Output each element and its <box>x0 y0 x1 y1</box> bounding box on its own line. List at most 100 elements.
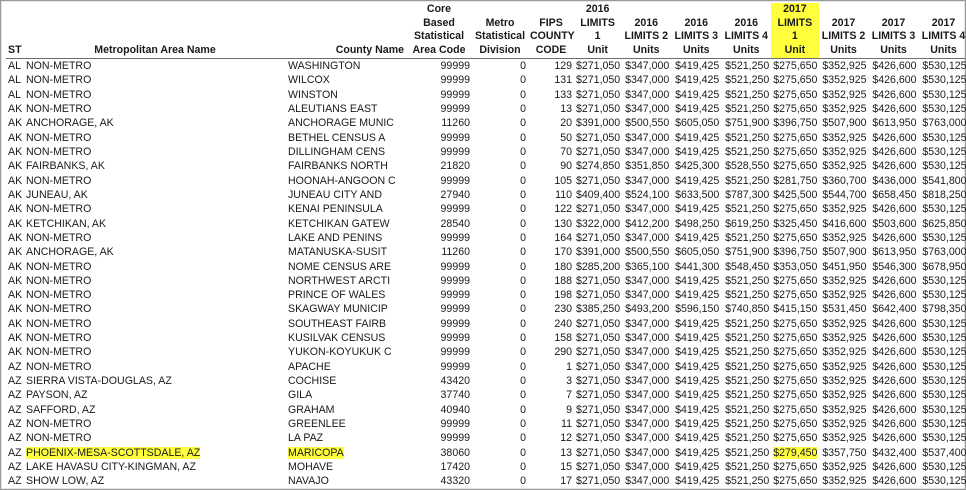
cell-2016-limits-3: $419,425 <box>671 388 721 402</box>
cell-2016-limits-1-text: $285,200 <box>576 260 621 273</box>
cell-2017-limits-1-text: $275,650 <box>773 475 818 488</box>
cell-2017-limits-4: $818,250 <box>919 188 966 202</box>
cell-msd: 0 <box>472 259 528 273</box>
cell-st: AK <box>6 302 24 316</box>
cell-msd: 0 <box>472 474 528 488</box>
cell-2016-limits-4: $521,250 <box>721 274 771 288</box>
cell-2017-limits-4-text: $541,800 <box>922 174 966 187</box>
cell-2017-limits-3: $426,600 <box>869 460 919 474</box>
cell-2017-limits-4-text: $530,125 <box>922 346 966 359</box>
cell-2017-limits-4: $530,125 <box>919 159 966 173</box>
cell-2016-limits-3-text: $633,500 <box>675 188 720 201</box>
cell-2017-limits-3: $426,600 <box>869 317 919 331</box>
cell-2017-limits-2-text: $352,925 <box>822 360 867 373</box>
cell-county-text: MARICOPA <box>288 446 344 459</box>
cell-2017-limits-1: $275,650 <box>771 417 818 431</box>
cell-cbsa-text: 99999 <box>440 417 470 430</box>
cell-2017-limits-2: $352,925 <box>819 388 869 402</box>
cell-st-text: AK <box>8 146 23 159</box>
cell-2017-limits-1: $275,650 <box>771 474 818 488</box>
cell-2017-limits-1-text: $275,650 <box>773 274 818 287</box>
cell-st: AZ <box>6 474 24 488</box>
cell-2017-limits-1: $275,650 <box>771 460 818 474</box>
cell-msd: 0 <box>472 202 528 216</box>
cell-2016-limits-3: $605,050 <box>671 245 721 259</box>
screenshot-frame: ST Metropolitan Area Name County Name Co… <box>0 0 966 490</box>
cell-fips-text: 11 <box>561 417 572 430</box>
cell-2016-limits-4: $521,250 <box>721 145 771 159</box>
cell-2017-limits-3-text: $426,600 <box>872 360 917 373</box>
cell-2017-limits-2: $352,925 <box>819 231 869 245</box>
cell-2016-limits-3: $419,425 <box>671 102 721 116</box>
cell-2016-limits-4: $521,250 <box>721 317 771 331</box>
cell-2016-limits-1-text: $409,400 <box>576 188 621 201</box>
cell-st-text: AK <box>8 346 23 359</box>
cell-2016-limits-4-text: $521,250 <box>725 174 770 187</box>
cell-cbsa: 99999 <box>406 145 472 159</box>
cell-2017-limits-4-text: $818,250 <box>922 188 966 201</box>
table-row: AK NON-METRO DILLINGHAM CENS 99999 0 70 $271,0… <box>6 145 966 159</box>
cell-2017-limits-3-text: $426,600 <box>872 60 917 73</box>
cell-2017-limits-1: $275,650 <box>771 131 818 145</box>
cell-metro-area: NON-METRO <box>24 131 286 145</box>
cell-2017-limits-4-text: $763,000 <box>922 246 966 259</box>
cell-2017-limits-3-text: $432,400 <box>872 446 917 459</box>
cell-2017-limits-4-text: $530,125 <box>922 103 966 116</box>
cell-2017-limits-1-text: $275,650 <box>773 289 818 302</box>
cell-2016-limits-2-text: $347,000 <box>625 375 670 388</box>
cell-2017-limits-3-text: $658,450 <box>872 188 917 201</box>
cell-2017-limits-2-text: $352,925 <box>822 375 867 388</box>
cell-2016-limits-3-text: $419,425 <box>675 389 720 402</box>
cell-msd: 0 <box>472 302 528 316</box>
cell-2017-limits-1: $396,750 <box>771 116 818 130</box>
cell-2016-limits-1-text: $271,050 <box>576 131 621 144</box>
table-row: AL NON-METRO WINSTON 99999 0 133 $271,050 $347,… <box>6 88 966 102</box>
cell-2017-limits-3: $426,600 <box>869 360 919 374</box>
cell-2016-limits-3-text: $419,425 <box>675 289 720 302</box>
cell-2017-limits-1-text: $275,650 <box>773 88 818 101</box>
cell-msd: 0 <box>472 460 528 474</box>
cell-st: AL <box>6 88 24 102</box>
cell-st: AK <box>6 174 24 188</box>
cell-2017-limits-3-text: $426,600 <box>872 74 917 87</box>
cell-metro-area-text: SIERRA VISTA-DOUGLAS, AZ <box>26 375 172 388</box>
cell-fips: 3 <box>528 374 574 388</box>
cell-fips-text: 180 <box>554 260 572 273</box>
cell-2016-limits-2-text: $347,000 <box>625 74 670 87</box>
cell-2016-limits-4: $521,250 <box>721 374 771 388</box>
cell-2017-limits-4: $530,125 <box>919 231 966 245</box>
cell-2017-limits-3-text: $436,000 <box>872 174 917 187</box>
cell-2016-limits-2-text: $524,100 <box>625 188 670 201</box>
cell-2017-limits-4: $530,125 <box>919 88 966 102</box>
cell-county: APACHE <box>286 360 406 374</box>
cell-2017-limits-1-text: $325,450 <box>773 217 818 230</box>
cell-fips: 15 <box>528 460 574 474</box>
cell-cbsa: 28540 <box>406 216 472 230</box>
cell-2016-limits-1: $271,050 <box>574 231 621 245</box>
cell-2017-limits-4-text: $530,125 <box>922 360 966 373</box>
cell-2016-limits-2-text: $365,100 <box>625 260 670 273</box>
cell-2016-limits-2-text: $347,000 <box>625 131 670 144</box>
cell-2017-limits-3: $426,600 <box>869 403 919 417</box>
cell-2017-limits-3: $642,400 <box>869 302 919 316</box>
header-fips: FIPS COUNTY CODE <box>530 16 575 56</box>
cell-cbsa-text: 99999 <box>440 432 470 445</box>
cell-metro-area-text: NON-METRO <box>26 346 92 359</box>
cell-2017-limits-4-text: $530,125 <box>922 417 966 430</box>
cell-2016-limits-4-text: $521,250 <box>725 417 770 430</box>
cell-county: BETHEL CENSUS A <box>286 131 406 145</box>
cell-metro-area: SHOW LOW, AZ <box>24 474 286 488</box>
cell-2016-limits-3: $419,425 <box>671 73 721 87</box>
cell-2016-limits-2: $347,000 <box>621 403 671 417</box>
cell-2017-limits-1: $275,650 <box>771 331 818 345</box>
cell-2016-limits-2-text: $347,000 <box>625 332 670 345</box>
cell-county-text: YUKON-KOYUKUK C <box>288 346 392 359</box>
cell-county: MOHAVE <box>286 460 406 474</box>
table-row: AZ SAFFORD, AZ GRAHAM 40940 0 9 $271,050 $347,0… <box>6 403 966 417</box>
cell-2016-limits-1: $274,850 <box>574 159 621 173</box>
table-row: AL NON-METRO WILCOX 99999 0 131 $271,050 $347,0… <box>6 73 966 87</box>
cell-2016-limits-4-text: $521,250 <box>725 432 770 445</box>
cell-2017-limits-4: $530,125 <box>919 460 966 474</box>
cell-2017-limits-1: $275,650 <box>771 317 818 331</box>
cell-2016-limits-4-text: $521,250 <box>725 60 770 73</box>
